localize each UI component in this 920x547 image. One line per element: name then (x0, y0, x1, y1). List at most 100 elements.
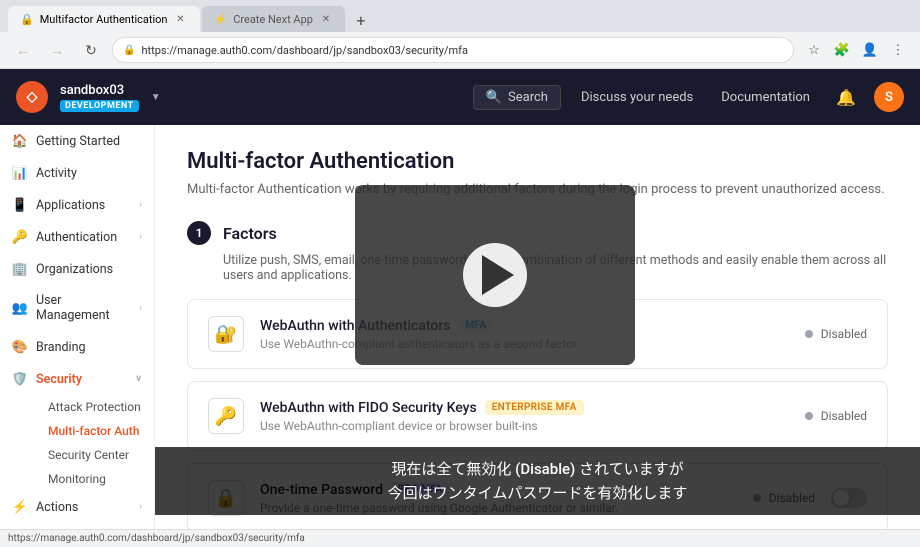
sidebar-item-activity[interactable]: 📊 Activity (0, 157, 154, 189)
tab-close-btn[interactable]: ✕ (174, 12, 188, 26)
app-logo: ◇ (16, 81, 48, 113)
browser-tabs: 🔒 Multifactor Authentication ✕ ⚡ Create … (0, 0, 920, 32)
address-bar[interactable]: 🔒 https://manage.auth0.com/dashboard/jp/… (112, 37, 794, 63)
subtitle-bar: 現在は全て無効化 (Disable) されていますが 今回はワンタイムパスワード… (155, 447, 920, 515)
tab-inactive[interactable]: ⚡ Create Next App ✕ (202, 6, 345, 32)
webauthn-roaming-icon: 🔐 (208, 316, 244, 352)
webauthn-fido-status-label: Disabled (821, 409, 867, 423)
browser-actions: ☆ 🧩 👤 ⋮ (802, 38, 910, 62)
sidebar-item-organizations[interactable]: 🏢 Organizations (0, 253, 154, 285)
tab2-favicon: ⚡ (214, 13, 228, 26)
webauthn-fido-desc: Use WebAuthn-compliant device or browser… (260, 419, 789, 433)
tab2-label: Create Next App (233, 13, 313, 26)
sidebar-item-getting-started[interactable]: 🏠 Getting Started (0, 125, 154, 157)
authentication-label: Authentication (36, 230, 131, 245)
logo-icon: ◇ (27, 89, 38, 105)
app: ◇ sandbox03 DEVELOPMENT ▼ 🔍 Search Discu… (0, 69, 920, 529)
back-button[interactable]: ← (10, 37, 36, 63)
submenu-security-center[interactable]: Security Center (36, 443, 154, 467)
branding-label: Branding (36, 340, 142, 355)
getting-started-label: Getting Started (36, 134, 142, 149)
authentication-icon: 🔑 (12, 229, 28, 245)
subtitle-line1: 現在は全て無効化 (Disable) されていますが (391, 460, 683, 478)
video-overlay (355, 185, 635, 365)
security-icon: 🛡️ (12, 371, 28, 387)
actions-label: Actions (36, 500, 131, 515)
actions-chevron-icon: › (139, 502, 142, 512)
webauthn-fido-icon: 🔑 (208, 398, 244, 434)
webauthn-fido-name: WebAuthn with FIDO Security Keys ENTERPR… (260, 400, 789, 416)
webauthn-fido-status: Disabled (805, 409, 867, 423)
actions-icon: ⚡ (12, 499, 28, 515)
getting-started-icon: 🏠 (12, 133, 28, 149)
profile-icon[interactable]: 👤 (858, 38, 882, 62)
sidebar-item-actions[interactable]: ⚡ Actions › (0, 491, 154, 523)
user-management-label: User Management (36, 293, 131, 323)
search-button[interactable]: 🔍 Search (473, 85, 561, 110)
webauthn-fido-status-dot (805, 412, 813, 420)
sidebar-item-branding[interactable]: 🎨 Branding (0, 331, 154, 363)
play-button[interactable] (463, 243, 527, 307)
activity-icon: 📊 (12, 165, 28, 181)
sidebar: 🏠 Getting Started 📊 Activity 📱 Applicati… (0, 125, 155, 529)
forward-button[interactable]: → (44, 37, 70, 63)
submenu-attack-protection[interactable]: Attack Protection (36, 395, 154, 419)
sidebar-item-applications[interactable]: 📱 Applications › (0, 189, 154, 221)
sidebar-item-security[interactable]: 🛡️ Security ∨ (0, 363, 154, 395)
browser-chrome: 🔒 Multifactor Authentication ✕ ⚡ Create … (0, 0, 920, 69)
search-label: Search (508, 90, 548, 105)
lock-icon: 🔒 (123, 45, 135, 56)
extensions-icon[interactable]: 🧩 (830, 38, 854, 62)
notifications-bell[interactable]: 🔔 (830, 81, 862, 113)
new-tab-button[interactable]: + (349, 8, 373, 32)
submenu-mfa[interactable]: Multi-factor Auth (36, 419, 154, 443)
applications-label: Applications (36, 198, 131, 213)
main-content: Multi-factor Authentication Multi-factor… (155, 125, 920, 529)
status-url: https://manage.auth0.com/dashboard/jp/sa… (8, 533, 305, 544)
webauthn-roaming-status: Disabled (805, 327, 867, 341)
submenu-monitoring[interactable]: Monitoring (36, 467, 154, 491)
reload-button[interactable]: ↻ (78, 37, 104, 63)
section-title: Factors (223, 224, 277, 243)
user-avatar[interactable]: S (874, 82, 904, 112)
brand-chevron-icon[interactable]: ▼ (151, 92, 161, 103)
main-body: 🏠 Getting Started 📊 Activity 📱 Applicati… (0, 125, 920, 529)
menu-icon[interactable]: ⋮ (886, 38, 910, 62)
tab-active[interactable]: 🔒 Multifactor Authentication ✕ (8, 6, 200, 32)
authentication-chevron-icon: › (139, 232, 142, 242)
webauthn-fido-badge: ENTERPRISE MFA (485, 400, 584, 415)
tab2-close-btn[interactable]: ✕ (319, 12, 333, 26)
brand-area[interactable]: sandbox03 DEVELOPMENT (60, 83, 139, 112)
brand-name: sandbox03 (60, 83, 139, 98)
webauthn-roaming-status-label: Disabled (821, 327, 867, 341)
security-chevron-icon: ∨ (135, 374, 142, 384)
subtitle-text: 現在は全て無効化 (Disable) されていますが 今回はワンタイムパスワード… (175, 457, 900, 505)
page-title: Multi-factor Authentication (187, 149, 888, 174)
activity-label: Activity (36, 166, 142, 181)
branding-icon: 🎨 (12, 339, 28, 355)
user-management-icon: 👥 (12, 300, 28, 316)
section-number: 1 (187, 221, 211, 245)
browser-toolbar: ← → ↻ 🔒 https://manage.auth0.com/dashboa… (0, 32, 920, 68)
sidebar-item-user-management[interactable]: 👥 User Management › (0, 285, 154, 331)
dev-badge: DEVELOPMENT (60, 100, 139, 112)
applications-chevron-icon: › (139, 200, 142, 210)
applications-icon: 📱 (12, 197, 28, 213)
url-text: https://manage.auth0.com/dashboard/jp/sa… (141, 44, 468, 57)
discuss-link[interactable]: Discuss your needs (573, 86, 701, 109)
subtitle-line2: 今回はワンタイムパスワードを有効化します (388, 484, 688, 502)
sidebar-item-monitoring[interactable]: 📈 Monitoring › (0, 523, 154, 529)
webauthn-roaming-status-dot (805, 330, 813, 338)
factor-card-webauthn-fido: 🔑 WebAuthn with FIDO Security Keys ENTER… (187, 381, 888, 451)
security-label: Security (36, 372, 127, 387)
organizations-label: Organizations (36, 262, 142, 277)
star-icon[interactable]: ☆ (802, 38, 826, 62)
tab-label: Multifactor Authentication (40, 13, 168, 26)
webauthn-fido-info: WebAuthn with FIDO Security Keys ENTERPR… (260, 400, 789, 433)
search-icon: 🔍 (486, 90, 502, 105)
docs-link[interactable]: Documentation (713, 86, 818, 109)
user-management-chevron-icon: › (139, 303, 142, 313)
sidebar-item-authentication[interactable]: 🔑 Authentication › (0, 221, 154, 253)
play-triangle-icon (482, 255, 514, 295)
tab-favicon: 🔒 (20, 13, 34, 26)
